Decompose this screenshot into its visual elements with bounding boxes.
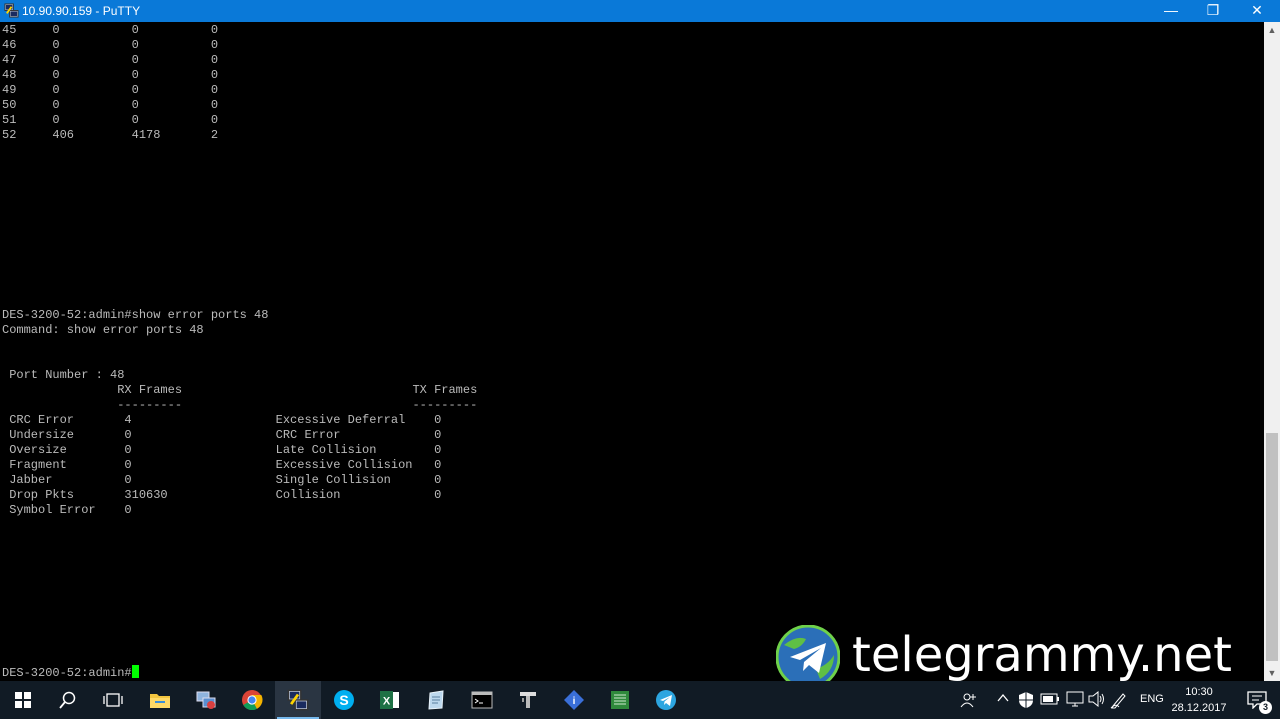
terminal-line: CRC Error 4 Excessive Deferral 0 bbox=[2, 413, 442, 427]
notification-count-badge: 3 bbox=[1259, 701, 1272, 714]
terminal-line: Fragment 0 Excessive Collision 0 bbox=[2, 458, 442, 472]
scroll-up-arrow-icon[interactable]: ▲ bbox=[1264, 22, 1280, 38]
start-button[interactable] bbox=[0, 681, 46, 719]
terminal-prompt-line[interactable]: DES-3200-52:admin# bbox=[2, 665, 139, 681]
taskbar-chrome[interactable] bbox=[229, 681, 275, 719]
terminal-line: 45 0 0 0 bbox=[2, 23, 219, 37]
task-view-icon bbox=[103, 693, 123, 707]
windows-logo-icon bbox=[15, 692, 31, 708]
clock[interactable]: 10:30 28.12.2017 bbox=[1166, 684, 1232, 716]
window-title: 10.90.90.159 - PuTTY bbox=[22, 4, 141, 18]
taskbar-excel[interactable]: X bbox=[367, 681, 413, 719]
command-prompt-icon bbox=[471, 691, 493, 709]
scroll-down-arrow-icon[interactable]: ▼ bbox=[1264, 665, 1280, 681]
terminal-line: 48 0 0 0 bbox=[2, 68, 219, 82]
spreadsheet-icon bbox=[611, 691, 629, 709]
close-button[interactable]: ✕ bbox=[1234, 0, 1280, 22]
people-icon[interactable] bbox=[960, 691, 978, 712]
terminal-cursor bbox=[131, 665, 139, 678]
notepad-icon bbox=[428, 690, 444, 710]
shield-icon[interactable] bbox=[1018, 691, 1034, 712]
minimize-icon: — bbox=[1164, 2, 1178, 18]
telegram-icon bbox=[656, 690, 676, 710]
terminal-line: DES-3200-52:admin#show error ports 48 bbox=[2, 308, 269, 322]
terminal-line: Symbol Error 0 bbox=[2, 503, 132, 517]
terminal-line: Port Number : 48 bbox=[2, 368, 125, 382]
restore-icon: ❐ bbox=[1206, 2, 1220, 18]
scrollbar-thumb[interactable] bbox=[1266, 433, 1278, 661]
terminal-line: Drop Pkts 310630 Collision 0 bbox=[2, 488, 442, 502]
taskbar-tool-app[interactable] bbox=[505, 681, 551, 719]
terminal-line: 52 406 4178 2 bbox=[2, 128, 219, 142]
action-center-button[interactable]: 3 bbox=[1234, 681, 1280, 719]
window-titlebar[interactable]: 10.90.90.159 - PuTTY — ❐ ✕ bbox=[0, 0, 1280, 22]
terminal-line: 49 0 0 0 bbox=[2, 83, 219, 97]
terminal-line: --------- --------- bbox=[2, 398, 478, 412]
excel-icon: X bbox=[380, 691, 399, 709]
putty-icon bbox=[287, 689, 309, 711]
maximize-button[interactable]: ❐ bbox=[1190, 0, 1236, 22]
close-icon: ✕ bbox=[1251, 2, 1263, 18]
clock-date: 28.12.2017 bbox=[1171, 702, 1227, 714]
terminal-line: 50 0 0 0 bbox=[2, 98, 219, 112]
terminal-line: Command: show error ports 48 bbox=[2, 323, 204, 337]
svg-text:S: S bbox=[339, 692, 348, 708]
battery-icon[interactable] bbox=[1040, 692, 1060, 709]
terminal-line: 47 0 0 0 bbox=[2, 53, 219, 67]
putty-icon bbox=[4, 3, 19, 18]
watermark-text: telegrammy.net bbox=[852, 627, 1232, 683]
clock-time: 10:30 bbox=[1185, 686, 1213, 698]
chrome-icon bbox=[242, 690, 263, 711]
svg-text:X: X bbox=[383, 696, 391, 708]
chevron-up-icon[interactable] bbox=[996, 691, 1010, 708]
telegram-globe-icon bbox=[776, 625, 840, 689]
taskbar-cmd[interactable] bbox=[459, 681, 505, 719]
system-tray: ENG bbox=[960, 681, 1164, 719]
task-view-button[interactable] bbox=[90, 681, 136, 719]
blue-diamond-icon: i bbox=[564, 690, 584, 710]
taskbar-blue-app[interactable]: i bbox=[551, 681, 597, 719]
taskbar-notepad-app[interactable] bbox=[413, 681, 459, 719]
taskbar-putty[interactable] bbox=[275, 681, 321, 719]
vertical-scrollbar[interactable]: ▲ ▼ bbox=[1264, 22, 1280, 681]
terminal-line: Undersize 0 CRC Error 0 bbox=[2, 428, 442, 442]
language-indicator[interactable]: ENG bbox=[1140, 693, 1164, 705]
terminal-line: Jabber 0 Single Collision 0 bbox=[2, 473, 442, 487]
skype-icon: S bbox=[334, 690, 354, 710]
minimize-button[interactable]: — bbox=[1148, 0, 1194, 22]
taskbar-file-explorer[interactable] bbox=[137, 681, 183, 719]
taskbar-telegram[interactable] bbox=[643, 681, 689, 719]
search-icon bbox=[59, 691, 76, 709]
monitor-icon[interactable] bbox=[1066, 691, 1084, 710]
taskbar-skype[interactable]: S bbox=[321, 681, 367, 719]
search-button[interactable] bbox=[45, 681, 91, 719]
terminal-line: 46 0 0 0 bbox=[2, 38, 219, 52]
folder-icon bbox=[150, 694, 170, 708]
taskbar: S X i ENG 10:30 28.12.2017 3 bbox=[0, 681, 1280, 719]
taskbar-network-app[interactable] bbox=[183, 681, 229, 719]
terminal-line: 51 0 0 0 bbox=[2, 113, 219, 127]
network-computer-icon bbox=[196, 691, 216, 709]
terminal-output[interactable]: 45 0 0 0 46 0 0 0 47 0 0 0 48 0 0 0 49 0 0 0… bbox=[0, 22, 1264, 681]
volume-icon[interactable] bbox=[1088, 690, 1106, 710]
pen-icon[interactable] bbox=[1110, 691, 1128, 712]
terminal-prompt: DES-3200-52:admin# bbox=[2, 666, 132, 680]
tool-icon bbox=[520, 692, 536, 708]
taskbar-sheet-app[interactable] bbox=[597, 681, 643, 719]
svg-text:i: i bbox=[573, 696, 576, 707]
terminal-line: Oversize 0 Late Collision 0 bbox=[2, 443, 442, 457]
terminal-line: RX Frames TX Frames bbox=[2, 383, 478, 397]
